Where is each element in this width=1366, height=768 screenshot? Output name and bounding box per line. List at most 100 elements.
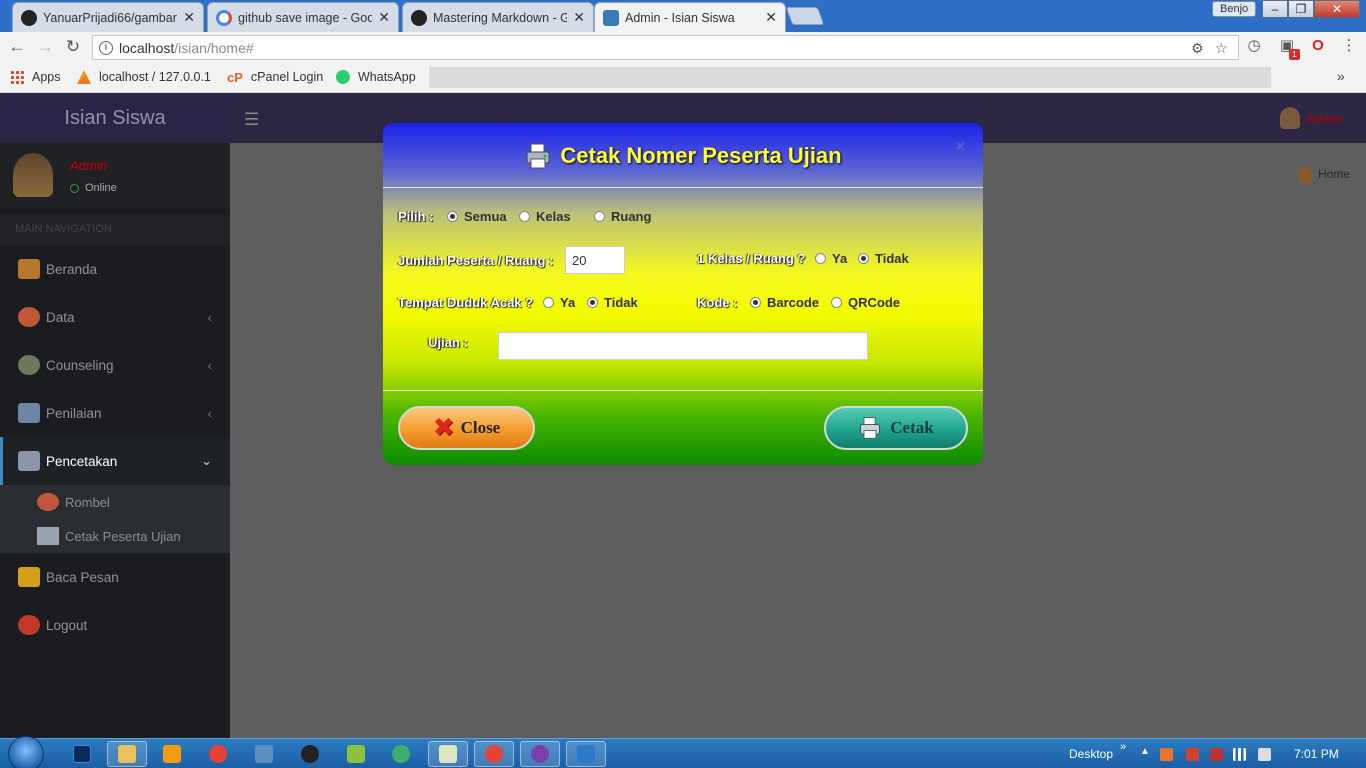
pilih-ruang-radio[interactable]: Ruang	[594, 209, 651, 224]
url-path: /isian/home#	[174, 40, 254, 56]
avatar	[1280, 107, 1300, 129]
tray-flag-icon[interactable]	[1186, 748, 1199, 761]
translate-blocked-icon[interactable]: ⚙	[1191, 40, 1204, 57]
radio-unchecked-icon[interactable]	[815, 253, 826, 264]
menu-dots-icon[interactable]: ⋮	[1340, 37, 1358, 55]
opera-icon[interactable]: O	[1309, 37, 1327, 55]
radio-unchecked-icon[interactable]	[519, 211, 530, 222]
browser-tab-mastering-markdown[interactable]: Mastering Markdown - G ✕	[402, 2, 594, 32]
pilih-label: Pilih :	[398, 209, 434, 224]
kelas-ruang-ya-radio[interactable]: Ya	[815, 251, 847, 266]
bookmark-localhost[interactable]: localhost / 127.0.0.1	[77, 70, 211, 84]
submenu-item-rombel[interactable]: Rombel	[0, 485, 230, 519]
taskbar-app-blue[interactable]	[566, 741, 606, 767]
bookmark-whatsapp[interactable]: WhatsApp	[336, 70, 416, 84]
browser-tab-google-search[interactable]: github save image - Goo ✕	[207, 2, 399, 32]
history-clock-icon[interactable]: ◷	[1245, 37, 1263, 55]
close-button[interactable]: ✖ Close	[398, 406, 535, 450]
kelas-ruang-tidak-radio[interactable]: Tidak	[858, 251, 909, 266]
sidebar-item-beranda[interactable]: Beranda	[0, 245, 230, 293]
tray-show-hidden-icon[interactable]: ▲	[1140, 746, 1150, 757]
modal-close-icon[interactable]: ×	[956, 138, 965, 155]
kode-barcode-radio[interactable]: Barcode	[750, 295, 819, 310]
toolbar-expand-icon[interactable]: »	[1120, 741, 1126, 753]
metamask-fox-icon[interactable]	[1160, 748, 1173, 761]
volume-muted-icon[interactable]	[1258, 748, 1271, 761]
ujian-input[interactable]	[498, 332, 868, 360]
tab-close-icon[interactable]: ✕	[183, 9, 195, 26]
radio-unchecked-icon[interactable]	[594, 211, 605, 222]
cetak-button[interactable]: Cetak	[824, 406, 968, 450]
back-arrow-icon[interactable]: ←	[7, 37, 27, 57]
sidebar-item-pencetakan[interactable]: Pencetakan ⌄	[0, 437, 230, 485]
tab-close-icon[interactable]: ✕	[378, 9, 390, 26]
house-icon	[18, 259, 40, 279]
reload-icon[interactable]: ↻	[63, 37, 83, 57]
submenu-item-cetak-peserta-ujian[interactable]: Cetak Peserta Ujian	[0, 519, 230, 553]
header-user-menu[interactable]: Admin	[1280, 107, 1343, 129]
maximize-button[interactable]: ❐	[1288, 0, 1314, 18]
radio-checked-icon[interactable]	[750, 297, 761, 308]
taskbar-chrome-active[interactable]	[474, 741, 514, 767]
forward-arrow-icon[interactable]: →	[35, 37, 55, 57]
info-icon[interactable]: i	[99, 41, 113, 55]
taskbar-app-green[interactable]	[381, 741, 421, 767]
profile-name[interactable]: Benjo	[1212, 1, 1257, 17]
taskbar-explorer[interactable]	[107, 741, 147, 767]
sidebar-toggle-icon[interactable]: ☰	[244, 110, 259, 130]
tab-close-icon[interactable]: ✕	[573, 9, 585, 26]
github-icon	[21, 9, 37, 26]
bookmark-star-icon[interactable]: ☆	[1215, 40, 1228, 57]
tab-close-icon[interactable]: ✕	[765, 9, 777, 26]
taskbar-notepad[interactable]	[428, 741, 468, 767]
tray-usb-icon[interactable]	[1210, 748, 1223, 761]
taskbar-xampp[interactable]	[290, 741, 330, 767]
pilih-kelas-radio[interactable]: Kelas	[519, 209, 571, 224]
radio-checked-icon[interactable]	[587, 297, 598, 308]
sidebar-item-data[interactable]: Data ‹	[0, 293, 230, 341]
bookmark-cpanel[interactable]: cP cPanel Login	[227, 70, 323, 85]
radio-checked-icon[interactable]	[447, 211, 458, 222]
printer-icon	[18, 451, 40, 471]
chevron-left-icon: ‹	[207, 357, 212, 373]
taskbar-media-player[interactable]	[152, 741, 192, 767]
address-bar[interactable]: i localhost/isian/home# ⚙ ☆	[92, 35, 1239, 60]
kode-qrcode-radio[interactable]: QRCode	[831, 295, 900, 310]
sidebar-item-logout[interactable]: Logout	[0, 601, 230, 649]
bookmark-apps[interactable]: Apps	[10, 70, 61, 84]
radio-label: Barcode	[767, 295, 820, 310]
url-text[interactable]: localhost/isian/home#	[119, 40, 254, 56]
signal-bars-icon[interactable]	[1233, 748, 1246, 761]
windows-taskbar: Desktop » ▲ 7:01 PM	[0, 736, 1366, 768]
minimize-button[interactable]: –	[1262, 0, 1288, 18]
cpanel-icon: cP	[227, 70, 243, 85]
pilih-semua-radio[interactable]: Semua	[447, 209, 507, 224]
group-icon	[37, 493, 59, 511]
bookmarks-overflow-chevron-icon[interactable]: »	[1337, 68, 1345, 84]
app-logo[interactable]: Isian Siswa	[0, 93, 230, 143]
sidebar-item-baca-pesan[interactable]: Baca Pesan	[0, 553, 230, 601]
jumlah-peserta-input[interactable]	[565, 246, 625, 274]
acak-ya-radio[interactable]: Ya	[543, 295, 575, 310]
window-close-button[interactable]: ✕	[1314, 0, 1360, 18]
people-icon	[18, 307, 40, 327]
radio-checked-icon[interactable]	[858, 253, 869, 264]
taskbar-photoshop[interactable]	[62, 741, 102, 767]
radio-unchecked-icon[interactable]	[831, 297, 842, 308]
radio-unchecked-icon[interactable]	[543, 297, 554, 308]
desktop-toolbar-label[interactable]: Desktop	[1069, 747, 1113, 761]
taskbar-chrome[interactable]	[198, 741, 238, 767]
sidebar-item-label: Logout	[46, 617, 88, 633]
browser-tab-github-gambar[interactable]: YanuarPrijadi66/gambar ✕	[12, 2, 204, 32]
windows-start-icon[interactable]	[8, 736, 44, 768]
sidebar-item-penilaian[interactable]: Penilaian ‹	[0, 389, 230, 437]
sidebar-item-counseling[interactable]: Counseling ‹	[0, 341, 230, 389]
acak-tidak-radio[interactable]: Tidak	[587, 295, 638, 310]
new-tab-button[interactable]	[785, 7, 825, 25]
browser-tab-admin-isian-siswa[interactable]: Admin - Isian Siswa ✕	[594, 2, 786, 32]
taskbar-app-purple[interactable]	[520, 741, 560, 767]
breadcrumb[interactable]: Home	[1296, 165, 1350, 183]
taskbar-keyboard[interactable]	[244, 741, 284, 767]
clock-time[interactable]: 7:01 PM	[1294, 747, 1339, 761]
taskbar-android[interactable]	[336, 741, 376, 767]
